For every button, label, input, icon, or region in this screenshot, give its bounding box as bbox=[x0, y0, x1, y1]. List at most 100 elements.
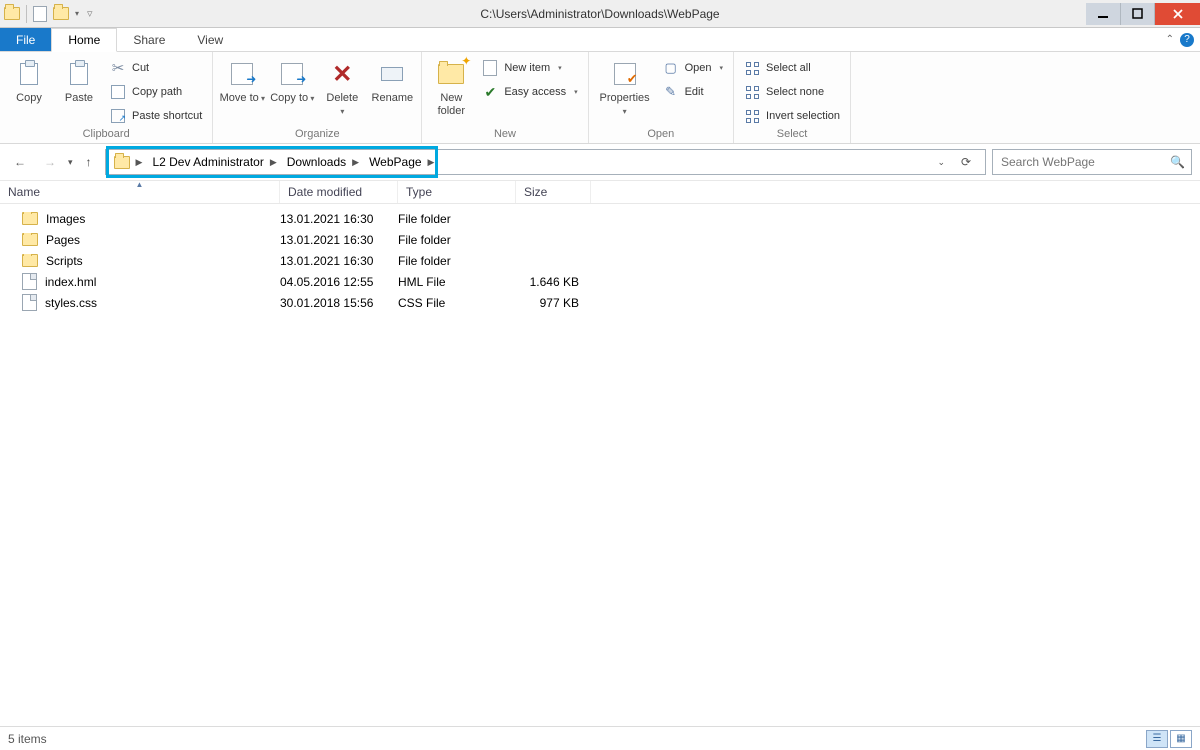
edit-button[interactable]: ✎ Edit bbox=[659, 82, 727, 102]
tab-home[interactable]: Home bbox=[51, 28, 117, 52]
file-icon bbox=[22, 273, 37, 290]
tab-share[interactable]: Share bbox=[117, 28, 181, 51]
breadcrumb-bar[interactable]: ▶ L2 Dev Administrator▶ Downloads▶ WebPa… bbox=[105, 149, 986, 175]
select-none-button[interactable]: Select none bbox=[740, 82, 844, 102]
file-row[interactable]: styles.css30.01.2018 15:56CSS File977 KB bbox=[0, 292, 1200, 313]
file-type: CSS File bbox=[398, 296, 516, 310]
edit-label: Edit bbox=[685, 86, 704, 98]
rename-button[interactable]: Rename bbox=[369, 54, 415, 105]
qat-folder-icon[interactable] bbox=[53, 7, 69, 20]
file-name: Pages bbox=[46, 233, 80, 247]
up-button[interactable]: ↑ bbox=[79, 150, 99, 174]
group-new: New folder New item▾ ✔Easy access▾ New bbox=[422, 52, 588, 143]
ribbon-collapse-icon[interactable]: ⌃ bbox=[1166, 34, 1174, 45]
file-type: File folder bbox=[398, 212, 516, 226]
col-header-date[interactable]: Date modified bbox=[280, 181, 398, 203]
group-select-label: Select bbox=[740, 126, 844, 143]
copy-to-button[interactable]: Copy to ▾ bbox=[269, 54, 315, 105]
copy-path-button[interactable]: Copy path bbox=[106, 82, 206, 102]
copy-label: Copy bbox=[16, 92, 42, 105]
delete-icon: ✕ bbox=[332, 60, 352, 89]
folder-icon bbox=[22, 233, 38, 246]
easy-access-button[interactable]: ✔Easy access▾ bbox=[478, 82, 581, 102]
qat-overflow-icon[interactable]: ▿ bbox=[87, 7, 93, 20]
details-view-button[interactable]: ☰ bbox=[1146, 730, 1168, 748]
group-clipboard-label: Clipboard bbox=[6, 126, 206, 143]
group-new-label: New bbox=[428, 126, 581, 143]
breadcrumb-seg-1[interactable]: Downloads▶ bbox=[283, 150, 365, 174]
new-item-icon bbox=[483, 60, 497, 76]
help-icon[interactable]: ? bbox=[1180, 33, 1194, 47]
file-size: 1.646 KB bbox=[516, 275, 591, 289]
paste-shortcut-label: Paste shortcut bbox=[132, 110, 202, 122]
file-row[interactable]: index.hml04.05.2016 12:55HML File1.646 K… bbox=[0, 271, 1200, 292]
select-all-icon bbox=[746, 62, 759, 75]
open-button[interactable]: ▢Open▾ bbox=[659, 58, 727, 78]
status-text: 5 items bbox=[8, 732, 47, 746]
chevron-down-icon: ▾ bbox=[308, 94, 314, 103]
breadcrumb-expand-icon[interactable]: ⌄ bbox=[937, 157, 945, 168]
breadcrumb-seg-0[interactable]: L2 Dev Administrator▶ bbox=[148, 150, 282, 174]
invert-selection-button[interactable]: Invert selection bbox=[740, 106, 844, 126]
status-bar: 5 items ☰ ▦ bbox=[0, 726, 1200, 750]
new-folder-label: New folder bbox=[428, 92, 474, 117]
search-box[interactable]: 🔍 bbox=[992, 149, 1192, 175]
col-header-size[interactable]: Size bbox=[516, 181, 591, 203]
copy-to-label: Copy to bbox=[270, 92, 308, 104]
breadcrumb-root[interactable]: ▶ bbox=[110, 150, 149, 174]
group-organize-label: Organize bbox=[219, 126, 415, 143]
qat-doc-icon[interactable] bbox=[33, 6, 47, 22]
col-size-label: Size bbox=[524, 185, 547, 199]
chevron-right-icon: ▶ bbox=[350, 157, 361, 168]
open-label: Open bbox=[685, 62, 712, 74]
search-input[interactable] bbox=[999, 154, 1159, 170]
group-organize: Move to ▾ Copy to ▾ ✕ Delete▾ Rename Org… bbox=[213, 52, 422, 143]
edit-icon: ✎ bbox=[663, 84, 679, 100]
forward-button[interactable]: → bbox=[38, 150, 62, 174]
paste-shortcut-button[interactable]: Paste shortcut bbox=[106, 106, 206, 126]
col-name-label: Name bbox=[8, 185, 40, 199]
file-name: Scripts bbox=[46, 254, 83, 268]
copy-icon bbox=[20, 63, 38, 85]
cut-button[interactable]: ✂Cut bbox=[106, 58, 206, 78]
close-button[interactable] bbox=[1154, 3, 1200, 25]
cut-label: Cut bbox=[132, 62, 149, 74]
open-icon: ▢ bbox=[663, 60, 679, 76]
tab-view[interactable]: View bbox=[181, 28, 239, 51]
title-bar: ▾ ▿ C:\Users\Administrator\Downloads\Web… bbox=[0, 0, 1200, 28]
delete-button[interactable]: ✕ Delete▾ bbox=[319, 54, 365, 117]
refresh-button[interactable]: ⟳ bbox=[953, 149, 979, 175]
back-button[interactable]: ← bbox=[8, 150, 32, 174]
new-item-button[interactable]: New item▾ bbox=[478, 58, 581, 78]
new-folder-icon bbox=[435, 58, 467, 90]
file-row[interactable]: Pages13.01.2021 16:30File folder bbox=[0, 229, 1200, 250]
minimize-button[interactable] bbox=[1086, 3, 1120, 25]
select-all-button[interactable]: Select all bbox=[740, 58, 844, 78]
file-list: Images13.01.2021 16:30File folderPages13… bbox=[0, 204, 1200, 313]
properties-button[interactable]: Properties▾ bbox=[595, 54, 655, 117]
search-icon: 🔍 bbox=[1170, 155, 1185, 169]
col-header-type[interactable]: Type bbox=[398, 181, 516, 203]
history-dropdown-icon[interactable]: ▾ bbox=[68, 157, 73, 168]
file-row[interactable]: Scripts13.01.2021 16:30File folder bbox=[0, 250, 1200, 271]
icons-view-button[interactable]: ▦ bbox=[1170, 730, 1192, 748]
copy-button[interactable]: Copy bbox=[6, 54, 52, 105]
file-date: 30.01.2018 15:56 bbox=[280, 296, 398, 310]
new-folder-button[interactable]: New folder bbox=[428, 54, 474, 117]
tab-file[interactable]: File bbox=[0, 28, 51, 51]
copy-to-icon bbox=[281, 63, 303, 85]
maximize-button[interactable] bbox=[1120, 3, 1154, 25]
folder-icon bbox=[22, 212, 38, 225]
breadcrumb-seg-2[interactable]: WebPage▶ bbox=[365, 150, 440, 174]
paste-button[interactable]: Paste bbox=[56, 54, 102, 105]
col-header-name[interactable]: Name ▲ bbox=[0, 181, 280, 203]
folder-icon bbox=[22, 254, 38, 267]
qat-customize-icon[interactable]: ▾ bbox=[75, 9, 79, 18]
invert-selection-icon bbox=[746, 110, 759, 123]
group-clipboard: Copy Paste ✂Cut Copy path Paste shortcut… bbox=[0, 52, 213, 143]
file-name: Images bbox=[46, 212, 85, 226]
move-to-button[interactable]: Move to ▾ bbox=[219, 54, 265, 105]
col-date-label: Date modified bbox=[288, 185, 362, 199]
file-row[interactable]: Images13.01.2021 16:30File folder bbox=[0, 208, 1200, 229]
ribbon: Copy Paste ✂Cut Copy path Paste shortcut… bbox=[0, 52, 1200, 144]
